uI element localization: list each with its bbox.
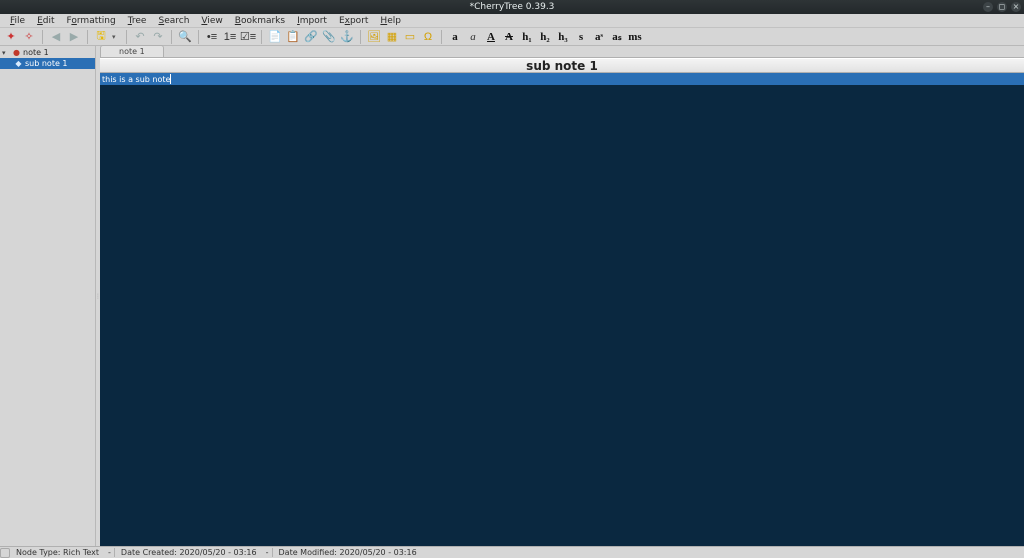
menu-search[interactable]: Search (152, 16, 195, 26)
copy-icon[interactable]: 📄 (268, 30, 282, 44)
menubar: File Edit Formatting Tree Search View Bo… (0, 14, 1024, 28)
tree-node-label: sub note 1 (25, 59, 68, 68)
menu-edit[interactable]: Edit (31, 16, 60, 26)
format-subscript-button[interactable]: aₛ (610, 30, 624, 44)
close-button[interactable]: × (1011, 2, 1021, 12)
redo-icon[interactable]: ↷ (151, 30, 165, 44)
statusbar: Node Type: Rich Text - Date Created: 202… (0, 546, 1024, 558)
tree-node-label: note 1 (23, 48, 49, 57)
menu-tree[interactable]: Tree (122, 16, 153, 26)
editor-text[interactable]: this is a sub note (102, 75, 170, 84)
table-icon[interactable]: ▦ (385, 30, 399, 44)
editor-current-line: this is a sub note (100, 73, 1024, 85)
statusbar-grip-icon (0, 548, 10, 558)
node-add-child-icon[interactable]: ✧ (22, 30, 36, 44)
text-cursor (170, 74, 171, 84)
find-icon[interactable]: 🔍 (178, 30, 192, 44)
format-underline-button[interactable]: A (484, 30, 498, 44)
menu-bookmarks[interactable]: Bookmarks (229, 16, 291, 26)
node-cherry-icon: ● (12, 48, 21, 57)
format-h3-button[interactable]: h₃ (556, 30, 570, 44)
format-h2-button[interactable]: h₂ (538, 30, 552, 44)
window-title: *CherryTree 0.39.3 (470, 2, 555, 12)
format-strike-button[interactable]: A (502, 30, 516, 44)
menu-help[interactable]: Help (374, 16, 407, 26)
tree-node-root[interactable]: ▾ ● note 1 (0, 47, 95, 58)
node-title: sub note 1 (100, 58, 1024, 73)
save-dropdown-icon[interactable]: ▾ (112, 33, 120, 41)
format-small-button[interactable]: s (574, 30, 588, 44)
nav-back-icon[interactable]: ◀ (49, 30, 63, 44)
undo-icon[interactable]: ↶ (133, 30, 147, 44)
format-superscript-button[interactable]: aˢ (592, 30, 606, 44)
tab-note1[interactable]: note 1 (100, 45, 164, 57)
node-tabbar: note 1 (100, 46, 1024, 58)
format-bold-button[interactable]: a (448, 30, 462, 44)
save-icon[interactable]: 🖫 (94, 30, 108, 44)
menu-export[interactable]: Export (333, 16, 374, 26)
attach-icon[interactable]: 📎 (322, 30, 336, 44)
menu-import[interactable]: Import (291, 16, 333, 26)
node-child-icon: ◆ (14, 59, 23, 68)
format-italic-button[interactable]: a (466, 30, 480, 44)
status-date-created: Date Created: 2020/05/20 - 03:16 (114, 548, 263, 557)
format-h1-button[interactable]: h₁ (520, 30, 534, 44)
paste-icon[interactable]: 📋 (286, 30, 300, 44)
list-todo-icon[interactable]: ☑≡ (241, 30, 255, 44)
status-node-type: Node Type: Rich Text (10, 548, 105, 557)
window-titlebar: *CherryTree 0.39.3 – ◻ × (0, 0, 1024, 14)
menu-view[interactable]: View (195, 16, 228, 26)
status-date-modified: Date Modified: 2020/05/20 - 03:16 (272, 548, 423, 557)
minimize-button[interactable]: – (983, 2, 993, 12)
link-icon[interactable]: 🔗 (304, 30, 318, 44)
codebox-icon[interactable]: ▭ (403, 30, 417, 44)
format-monospace-button[interactable]: ms (628, 30, 642, 44)
maximize-button[interactable]: ◻ (997, 2, 1007, 12)
list-bullet-icon[interactable]: •≡ (205, 30, 219, 44)
anchor-icon[interactable]: ⚓ (340, 30, 354, 44)
toolbar: ✦ ✧ ◀ ▶ 🖫 ▾ ↶ ↷ 🔍 •≡ 1≡ ☑≡ 📄 📋 🔗 📎 ⚓ 🖼 ▦… (0, 28, 1024, 46)
node-add-icon[interactable]: ✦ (4, 30, 18, 44)
menu-formatting[interactable]: Formatting (61, 16, 122, 26)
expand-collapse-icon[interactable]: ▾ (2, 49, 10, 57)
tree-panel: ▾ ● note 1 ◆ sub note 1 (0, 46, 96, 546)
nav-forward-icon[interactable]: ▶ (67, 30, 81, 44)
list-number-icon[interactable]: 1≡ (223, 30, 237, 44)
special-char-icon[interactable]: Ω (421, 30, 435, 44)
image-icon[interactable]: 🖼 (367, 30, 381, 44)
menu-file[interactable]: File (4, 16, 31, 26)
tree-node-child[interactable]: ◆ sub note 1 (0, 58, 95, 69)
editor-area[interactable]: this is a sub note (100, 73, 1024, 546)
